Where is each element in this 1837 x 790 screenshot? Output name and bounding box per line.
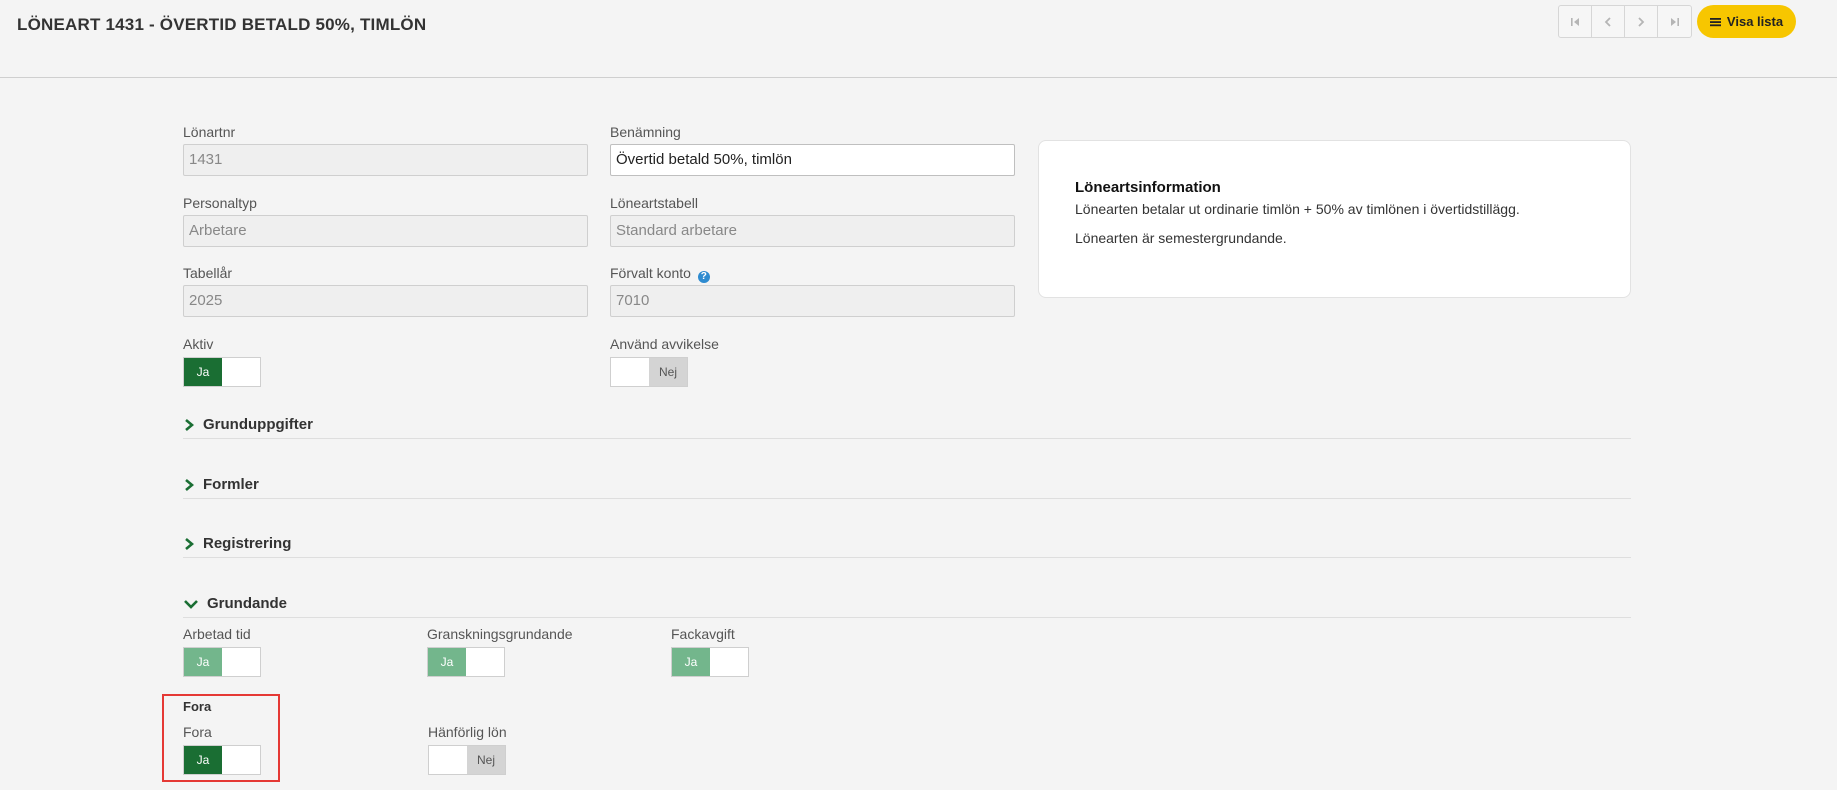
section-title: Formler — [203, 476, 259, 493]
chevron-right-icon — [1638, 16, 1645, 27]
chevron-right-icon — [183, 478, 195, 492]
fora-nej-option[interactable] — [222, 746, 260, 774]
loneartstabell-input[interactable]: Standard arbetare — [610, 215, 1015, 247]
anvand-avvikelse-toggle-group: Använd avvikelse Nej — [610, 336, 719, 387]
section-grundande[interactable]: Grundande — [183, 590, 1631, 618]
fora-label: Fora — [183, 724, 212, 740]
tabellar-field: Tabellår 2025 — [183, 265, 588, 317]
anvand-avvikelse-label: Använd avvikelse — [610, 336, 719, 352]
page-title: LÖNEART 1431 - ÖVERTID BETALD 50%, TIMLÖ… — [17, 15, 427, 34]
lonartnr-label: Lönartnr — [183, 124, 236, 140]
benamning-field: Benämning Övertid betald 50%, timlön — [610, 124, 1015, 176]
hanforlig-lon-label: Hänförlig lön — [428, 724, 507, 740]
fora-subheading: Fora — [183, 699, 212, 714]
visa-lista-label: Visa lista — [1726, 14, 1784, 29]
hanforlig-lon-toggle-group: Hänförlig lön Nej — [428, 724, 507, 775]
chevron-right-icon — [183, 537, 195, 551]
arbetad-tid-nej-option[interactable] — [222, 648, 260, 676]
last-record-button[interactable] — [1658, 6, 1691, 37]
first-page-icon — [1571, 17, 1579, 26]
gransknings-ja-option[interactable]: Ja — [428, 648, 466, 676]
info-line-2: Lönearten är semestergrundande. — [1075, 230, 1287, 246]
forvalt-konto-input[interactable]: 7010 — [610, 285, 1015, 317]
section-title: Grunduppgifter — [203, 416, 313, 433]
help-icon[interactable]: ? — [697, 271, 710, 283]
arbetad-tid-label: Arbetad tid — [183, 626, 251, 642]
fora-toggle[interactable]: Ja — [183, 745, 261, 775]
aktiv-ja-option[interactable]: Ja — [184, 358, 222, 386]
hanforlig-lon-nej-option[interactable]: Nej — [467, 746, 505, 774]
forvalt-konto-label-row: Förvalt konto ? — [610, 265, 1015, 283]
section-grunduppgifter[interactable]: Grunduppgifter — [183, 411, 1631, 439]
benamning-label: Benämning — [610, 124, 681, 140]
chevron-down-icon — [183, 597, 199, 611]
tabellar-label: Tabellår — [183, 265, 233, 281]
fackavgift-toggle-group: Fackavgift Ja — [671, 626, 749, 677]
fackavgift-ja-option[interactable]: Ja — [672, 648, 710, 676]
aktiv-label: Aktiv — [183, 336, 214, 352]
list-icon — [1709, 17, 1721, 26]
section-title: Registrering — [203, 535, 292, 552]
record-navigation — [1558, 5, 1692, 38]
next-record-button[interactable] — [1625, 6, 1658, 37]
gransknings-nej-option[interactable] — [466, 648, 504, 676]
section-formler[interactable]: Formler — [183, 471, 1631, 499]
anvand-avvikelse-ja-option[interactable] — [611, 358, 649, 386]
fackavgift-toggle[interactable]: Ja — [671, 647, 749, 677]
lonartnr-field: Lönartnr 1431 — [183, 124, 588, 176]
anvand-avvikelse-toggle[interactable]: Nej — [610, 357, 688, 387]
section-title: Grundande — [207, 595, 288, 612]
loneartstabell-label: Löneartstabell — [610, 195, 698, 211]
tabellar-input[interactable]: 2025 — [183, 285, 588, 317]
forvalt-konto-field: Förvalt konto ? 7010 — [610, 265, 1015, 317]
lonartnr-input[interactable]: 1431 — [183, 144, 588, 176]
personaltyp-field: Personaltyp Arbetare — [183, 195, 588, 247]
fackavgift-nej-option[interactable] — [710, 648, 748, 676]
loneartstabell-field: Löneartstabell Standard arbetare — [610, 195, 1015, 247]
aktiv-toggle[interactable]: Ja — [183, 357, 261, 387]
arbetad-tid-ja-option[interactable]: Ja — [184, 648, 222, 676]
gransknings-toggle-group: Granskningsgrundande Ja — [427, 626, 573, 677]
gransknings-label: Granskningsgrundande — [427, 626, 573, 642]
anvand-avvikelse-nej-option[interactable]: Nej — [649, 358, 687, 386]
gransknings-toggle[interactable]: Ja — [427, 647, 505, 677]
first-record-button[interactable] — [1559, 6, 1592, 37]
benamning-input[interactable]: Övertid betald 50%, timlön — [610, 144, 1015, 176]
page-header: LÖNEART 1431 - ÖVERTID BETALD 50%, TIMLÖ… — [0, 0, 1837, 78]
aktiv-nej-option[interactable] — [222, 358, 260, 386]
hanforlig-lon-toggle[interactable]: Nej — [428, 745, 506, 775]
chevron-right-icon — [183, 418, 195, 432]
fora-toggle-group: Fora Ja — [183, 724, 261, 775]
previous-record-button[interactable] — [1592, 6, 1625, 37]
fora-ja-option[interactable]: Ja — [184, 746, 222, 774]
personaltyp-input[interactable]: Arbetare — [183, 215, 588, 247]
personaltyp-label: Personaltyp — [183, 195, 257, 211]
chevron-left-icon — [1604, 16, 1611, 27]
last-page-icon — [1670, 17, 1679, 26]
arbetad-tid-toggle-group: Arbetad tid Ja — [183, 626, 261, 677]
arbetad-tid-toggle[interactable]: Ja — [183, 647, 261, 677]
fackavgift-label: Fackavgift — [671, 626, 735, 642]
loneartsinformation-card: Löneartsinformation Lönearten betalar ut… — [1038, 140, 1631, 298]
info-title: Löneartsinformation — [1075, 179, 1221, 196]
visa-lista-button[interactable]: Visa lista — [1697, 5, 1796, 38]
forvalt-konto-label: Förvalt konto — [610, 265, 691, 281]
hanforlig-lon-ja-option[interactable] — [429, 746, 467, 774]
section-registrering[interactable]: Registrering — [183, 530, 1631, 558]
info-line-1: Lönearten betalar ut ordinarie timlön + … — [1075, 201, 1520, 217]
aktiv-toggle-group: Aktiv Ja — [183, 336, 261, 387]
